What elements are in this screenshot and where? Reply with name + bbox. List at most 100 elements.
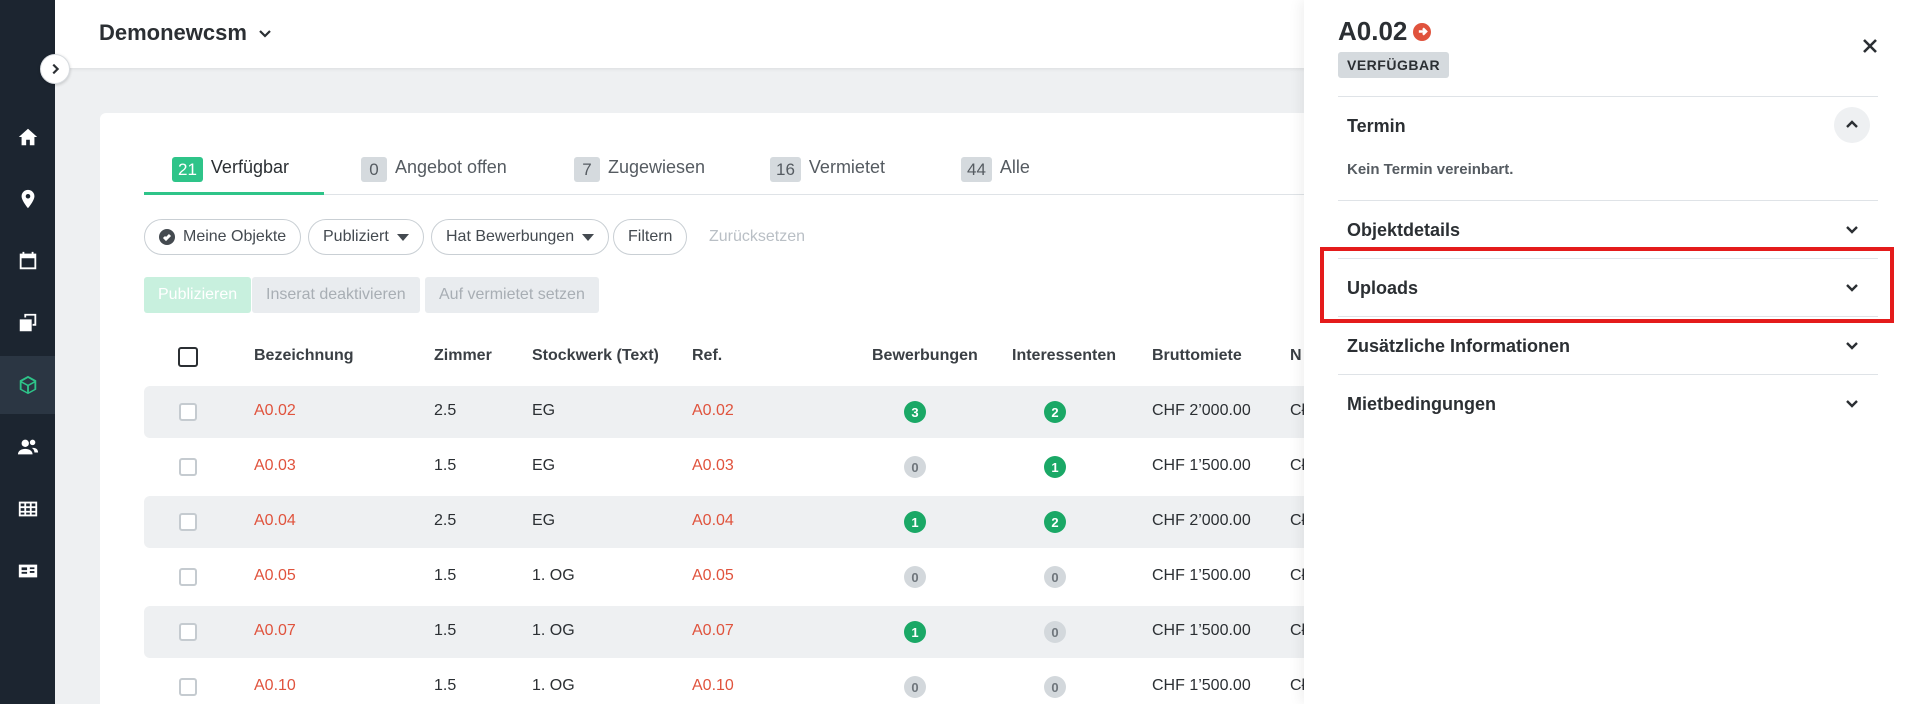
close-drawer-button[interactable]: [1858, 34, 1882, 58]
net-rent-cell: Cł: [1290, 567, 1306, 584]
ref-link[interactable]: A0.04: [692, 512, 734, 530]
applications-count: 0: [904, 566, 926, 588]
appointment-text: Kein Termin vereinbart.: [1347, 161, 1514, 178]
gross-rent-cell: CHF 2’000.00: [1152, 512, 1251, 529]
publish-button[interactable]: Publizieren: [144, 277, 252, 313]
my-objects-filter[interactable]: Meine Objekte: [144, 219, 302, 255]
select-all-checkbox[interactable]: [178, 347, 198, 367]
col-rooms[interactable]: Zimmer: [434, 347, 492, 365]
object-name-link[interactable]: A0.10: [254, 677, 296, 695]
tab-count: 0: [361, 157, 387, 182]
chip-label: Meine Objekte: [183, 228, 287, 245]
tab-all[interactable]: 44 Alle: [961, 157, 1030, 195]
col-interested[interactable]: Interessenten: [1012, 347, 1116, 365]
table-row[interactable]: A0.05 1.5 1. OG A0.05 0 0 CHF 1’500.00 C…: [144, 551, 1364, 603]
expand-section-button[interactable]: [1842, 393, 1862, 413]
nav-locations[interactable]: [0, 170, 55, 228]
nav-objects[interactable]: [0, 356, 55, 414]
has-applications-filter[interactable]: Hat Bewerbungen: [431, 219, 610, 255]
tab-count: 16: [770, 157, 801, 182]
object-name-link[interactable]: A0.07: [254, 622, 296, 640]
interested-count: 2: [1044, 401, 1066, 423]
floor-cell: EG: [532, 402, 556, 419]
tab-rented[interactable]: 16 Vermietet: [770, 157, 885, 195]
expand-section-button[interactable]: [1842, 277, 1862, 297]
section-object-details[interactable]: Objektdetails: [1338, 200, 1878, 258]
row-checkbox[interactable]: [179, 513, 197, 531]
set-rented-button[interactable]: Auf vermietet setzen: [425, 277, 599, 313]
applications-count: 0: [904, 676, 926, 698]
object-name-link[interactable]: A0.05: [254, 567, 296, 585]
deactivate-listing-button[interactable]: Inserat deaktivieren: [252, 277, 420, 313]
object-name-link[interactable]: A0.03: [254, 457, 296, 475]
reset-filters-link[interactable]: Zurücksetzen: [709, 228, 805, 246]
col-net[interactable]: N: [1290, 347, 1302, 365]
floor-cell: 1. OG: [532, 677, 575, 694]
expand-section-button[interactable]: [1842, 335, 1862, 355]
check-circle-icon: [159, 229, 175, 245]
ref-link[interactable]: A0.02: [692, 402, 734, 420]
col-floor[interactable]: Stockwerk (Text): [532, 347, 659, 365]
applications-count: 1: [904, 511, 926, 533]
col-name[interactable]: Bezeichnung: [254, 347, 354, 365]
object-name-link[interactable]: A0.02: [254, 402, 296, 420]
row-checkbox[interactable]: [179, 678, 197, 696]
table-row[interactable]: A0.10 1.5 1. OG A0.10 0 0 CHF 1’500.00 C…: [144, 661, 1364, 704]
sidebar-toggle-button[interactable]: [40, 54, 70, 84]
nav-contacts[interactable]: [0, 418, 55, 476]
section-uploads[interactable]: Uploads: [1338, 258, 1878, 316]
nav-tables[interactable]: [0, 480, 55, 538]
published-filter[interactable]: Publiziert: [308, 219, 424, 255]
tab-offer-open[interactable]: 0 Angebot offen: [361, 157, 507, 195]
ref-link[interactable]: A0.05: [692, 567, 734, 585]
tab-label: Vermietet: [808, 157, 885, 177]
nav-documents[interactable]: [0, 294, 55, 352]
ref-link[interactable]: A0.07: [692, 622, 734, 640]
sidebar-nav: [0, 0, 55, 704]
table-row[interactable]: A0.04 2.5 EG A0.04 1 2 CHF 2’000.00 Cł: [144, 496, 1364, 548]
nav-cards[interactable]: [0, 542, 55, 600]
object-name-link[interactable]: A0.04: [254, 512, 296, 530]
rooms-cell: 1.5: [434, 677, 457, 694]
open-object-icon[interactable]: [1413, 22, 1432, 41]
col-ref[interactable]: Ref.: [692, 347, 722, 365]
section-additional-info[interactable]: Zusätzliche Informationen: [1338, 316, 1878, 374]
col-gross-rent[interactable]: Bruttomiete: [1152, 347, 1242, 365]
gross-rent-cell: CHF 1’500.00: [1152, 677, 1251, 694]
interested-count: 2: [1044, 511, 1066, 533]
row-checkbox[interactable]: [179, 458, 197, 476]
tab-count: 44: [961, 157, 992, 182]
row-checkbox[interactable]: [179, 403, 197, 421]
filter-button[interactable]: Filtern: [613, 219, 688, 255]
row-checkbox[interactable]: [179, 568, 197, 586]
net-rent-cell: Cł: [1290, 622, 1306, 639]
project-title: Demonewcsm: [99, 20, 247, 45]
tab-assigned[interactable]: 7 Zugewiesen: [574, 157, 705, 195]
interested-count: 1: [1044, 456, 1066, 478]
col-applications[interactable]: Bewerbungen: [872, 347, 978, 365]
chevron-down-icon: [1846, 400, 1858, 408]
rooms-cell: 1.5: [434, 567, 457, 584]
tab-label: Verfügbar: [210, 157, 289, 177]
calendar-icon: [19, 251, 36, 270]
table-row[interactable]: A0.03 1.5 EG A0.03 0 1 CHF 1’500.00 Cł: [144, 441, 1364, 493]
expand-section-button[interactable]: [1842, 219, 1862, 239]
section-label: Zusätzliche Informationen: [1347, 336, 1571, 356]
nav-calendar[interactable]: [0, 232, 55, 290]
tab-available[interactable]: 21 Verfügbar: [144, 157, 324, 195]
table-row[interactable]: A0.07 1.5 1. OG A0.07 1 0 CHF 1’500.00 C…: [144, 606, 1364, 658]
rooms-cell: 2.5: [434, 402, 457, 419]
ref-link[interactable]: A0.03: [692, 457, 734, 475]
section-label: Mietbedingungen: [1347, 394, 1496, 414]
table-row[interactable]: A0.02 2.5 EG A0.02 3 2 CHF 2’000.00 Cł: [144, 386, 1364, 438]
project-selector[interactable]: Demonewcsm: [99, 20, 273, 46]
ref-link[interactable]: A0.10: [692, 677, 734, 695]
section-label: Uploads: [1347, 278, 1419, 298]
row-checkbox[interactable]: [179, 623, 197, 641]
location-pin-icon: [21, 189, 34, 209]
nav-home[interactable]: [0, 108, 55, 166]
section-rental-conditions[interactable]: Mietbedingungen: [1338, 374, 1878, 432]
collapse-section-button[interactable]: [1834, 107, 1870, 143]
close-icon: [1863, 39, 1877, 53]
section-label: Objektdetails: [1347, 220, 1461, 240]
